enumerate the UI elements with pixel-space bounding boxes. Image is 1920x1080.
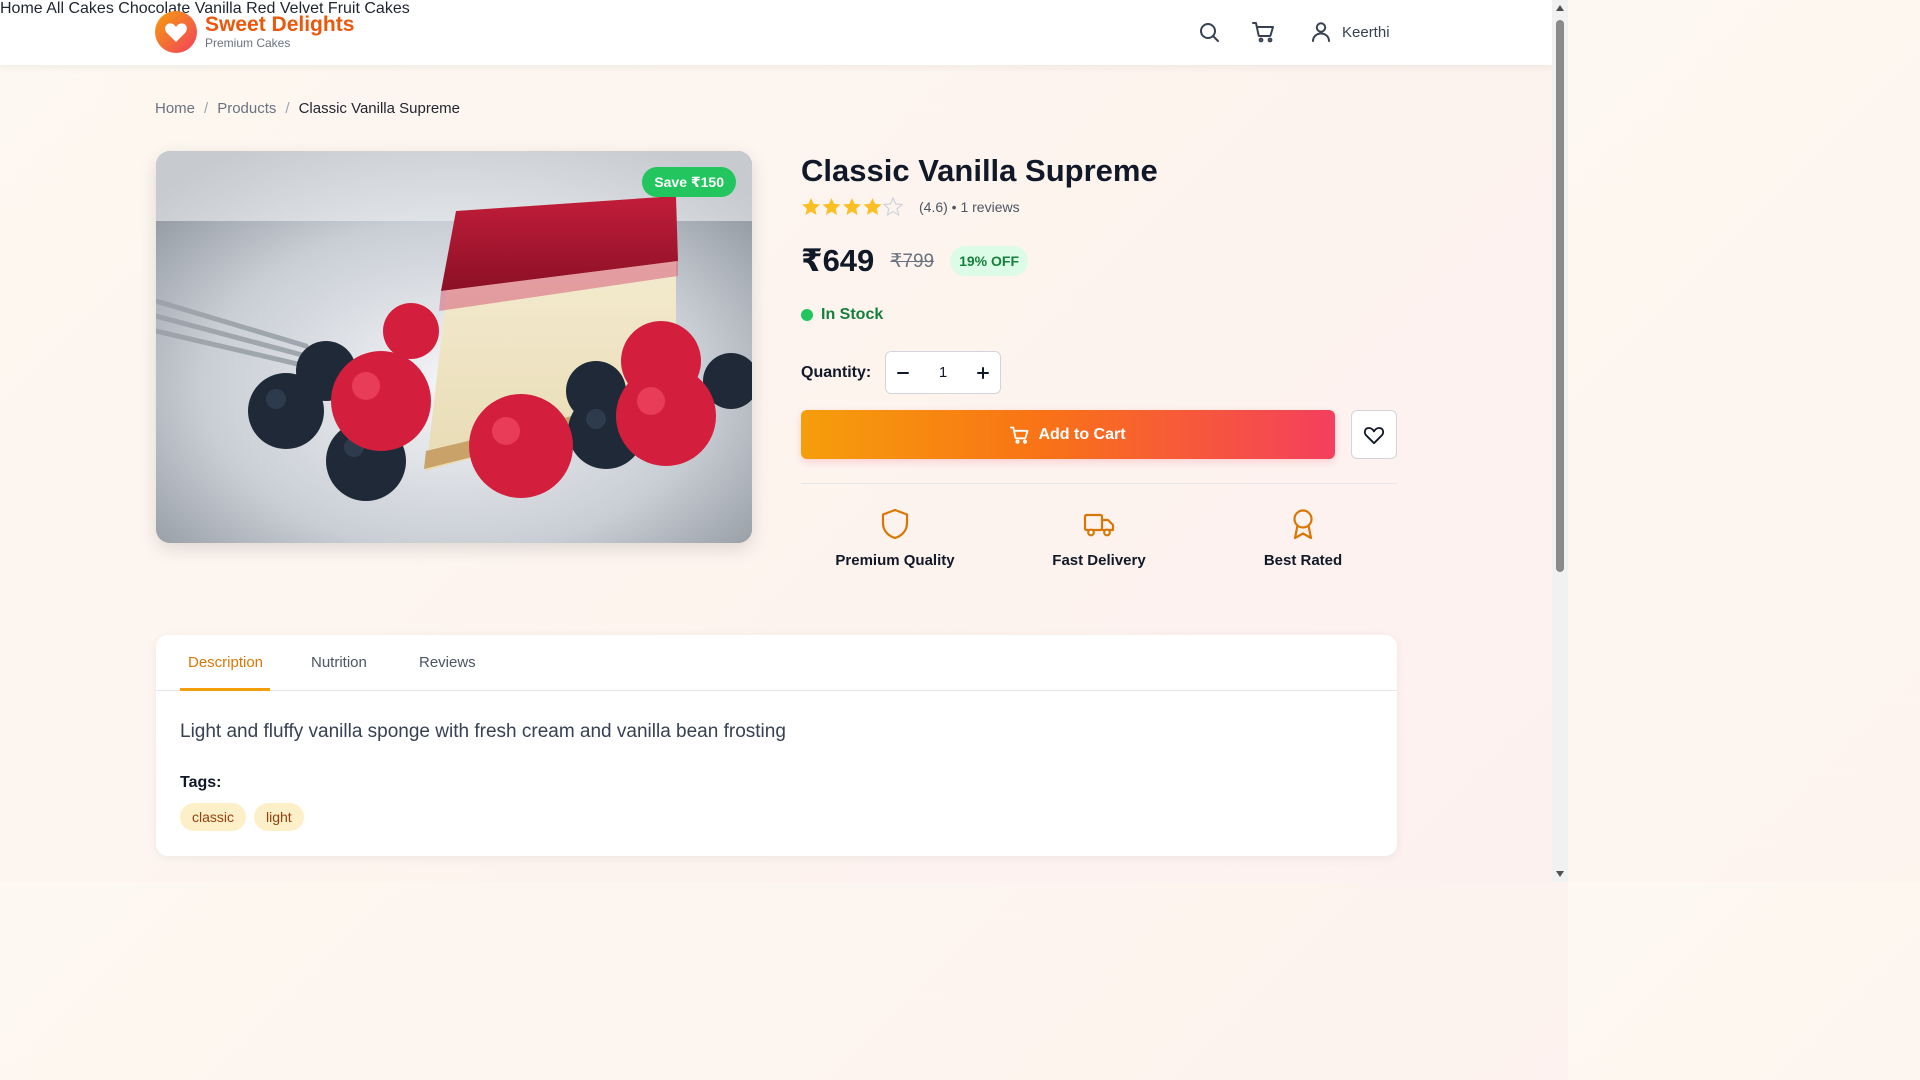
increase-quantity-button[interactable] [966, 352, 1000, 393]
breadcrumb-separator: / [285, 100, 290, 117]
top-header: Sweet Delights Premium Cakes Home All Ca… [0, 0, 1552, 65]
discount-badge: 19% OFF [950, 246, 1028, 276]
page-scrollbar[interactable] [1552, 0, 1568, 882]
heart-icon [1363, 426, 1385, 444]
breadcrumb: Home / Products / Classic Vanilla Suprem… [155, 100, 460, 117]
heart-logo-icon [155, 11, 197, 53]
current-price: ₹649 [801, 243, 875, 278]
feature-fast-delivery: Fast Delivery [1019, 508, 1179, 569]
tab-description[interactable]: Description [188, 654, 263, 671]
cart-icon [1010, 426, 1029, 444]
scroll-down-icon[interactable] [1556, 871, 1564, 877]
shield-icon [881, 508, 909, 540]
product-info-panel: Description Nutrition Reviews Light and … [156, 635, 1397, 856]
scroll-up-icon[interactable] [1556, 5, 1564, 11]
active-tab-indicator [180, 688, 270, 691]
plus-icon [977, 366, 989, 379]
stock-text: In Stock [821, 306, 884, 323]
tab-nutrition[interactable]: Nutrition [311, 654, 367, 671]
stock-status: In Stock [801, 306, 883, 324]
save-badge: Save ₹150 [642, 167, 736, 197]
product-rating: (4.6) • 1 reviews [801, 197, 1020, 217]
cheesecake-photo [156, 151, 752, 543]
tag-list: classic light [180, 803, 304, 831]
breadcrumb-current: Classic Vanilla Supreme [298, 100, 461, 117]
breadcrumb-products[interactable]: Products [217, 100, 276, 117]
quantity-value[interactable]: 1 [920, 364, 966, 381]
tab-bar: Description Nutrition Reviews [156, 635, 1397, 691]
divider [801, 483, 1397, 484]
scrollbar-thumb[interactable] [1556, 20, 1564, 572]
product-image: Save ₹150 [156, 151, 752, 543]
feature-best-rated: Best Rated [1223, 508, 1383, 569]
tag-classic[interactable]: classic [180, 803, 247, 831]
user-icon[interactable] [1309, 20, 1333, 44]
product-description: Light and fluffy vanilla sponge with fre… [180, 721, 786, 742]
quantity-label: Quantity: [801, 364, 872, 381]
product-title: Classic Vanilla Supreme [801, 153, 1158, 188]
feature-premium-quality: Premium Quality [815, 508, 975, 569]
brand-name: Sweet Delights [205, 13, 355, 36]
tab-reviews[interactable]: Reviews [419, 654, 476, 671]
add-to-cart-button[interactable]: Add to Cart [801, 410, 1335, 459]
tags-label: Tags: [180, 774, 222, 791]
cart-icon[interactable] [1252, 20, 1276, 44]
star-rating-icon [802, 197, 903, 216]
tag-light[interactable]: light [254, 803, 304, 831]
wishlist-button[interactable] [1351, 410, 1397, 459]
breadcrumb-home[interactable]: Home [155, 100, 195, 117]
feature-label: Fast Delivery [1052, 552, 1146, 569]
price-row: ₹649 ₹799 19% OFF [801, 243, 1028, 279]
truck-icon [1083, 513, 1115, 537]
search-icon[interactable] [1197, 20, 1221, 44]
user-name[interactable]: Keerthi [1342, 24, 1390, 41]
minus-icon [897, 371, 909, 374]
brand-logo[interactable]: Sweet Delights Premium Cakes [155, 11, 354, 53]
feature-label: Best Rated [1263, 552, 1343, 569]
feature-label: Premium Quality [835, 552, 955, 569]
brand-tagline: Premium Cakes [205, 36, 291, 50]
decrease-quantity-button[interactable] [886, 352, 920, 393]
breadcrumb-separator: / [204, 100, 209, 117]
add-to-cart-label: Add to Cart [1038, 425, 1126, 443]
award-icon [1293, 509, 1313, 540]
stock-dot-icon [801, 309, 813, 321]
nav-home[interactable]: Home [0, 0, 43, 17]
quantity-stepper: 1 [885, 351, 1001, 394]
nav-all-cakes[interactable]: All Cakes [46, 0, 114, 17]
rating-summary[interactable]: (4.6) • 1 reviews [919, 199, 1020, 215]
original-price: ₹799 [890, 250, 935, 272]
